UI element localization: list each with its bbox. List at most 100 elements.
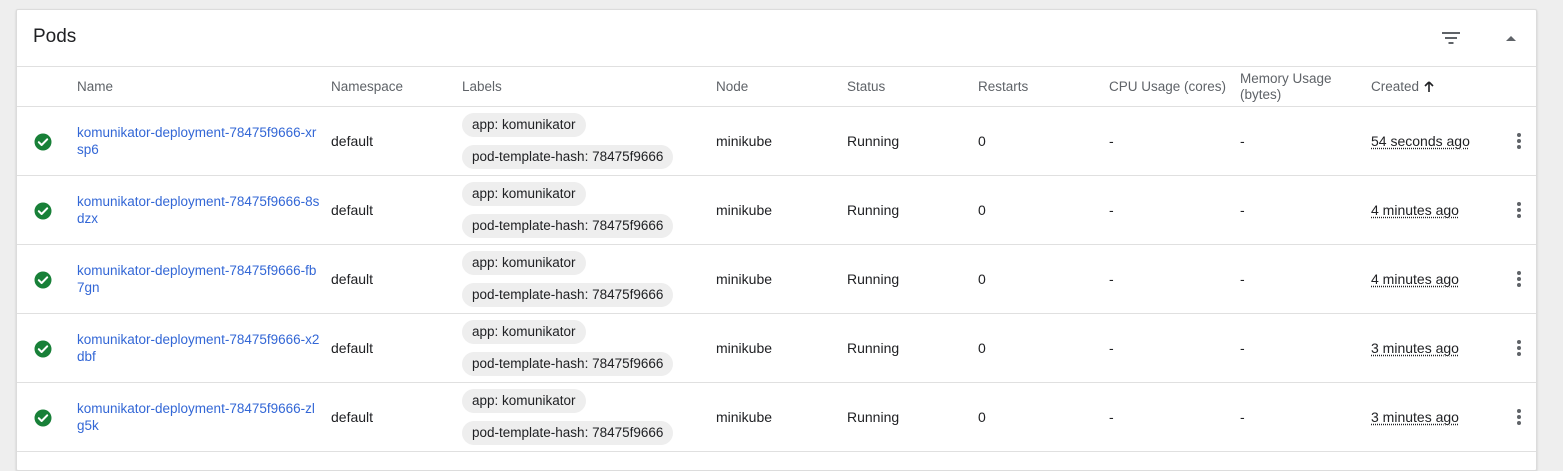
- cpu-usage-cell: -: [1109, 202, 1114, 218]
- namespace-cell: default: [331, 202, 374, 218]
- created-time: 4 minutes ago: [1371, 271, 1459, 287]
- cpu-usage-cell: -: [1109, 271, 1114, 287]
- restarts-cell: 0: [978, 340, 986, 356]
- pod-name-cell: komunikator-deployment-78475f9666-zlg5k: [77, 383, 322, 451]
- column-header-restarts[interactable]: Restarts: [978, 67, 1028, 106]
- column-header-status[interactable]: Status: [847, 67, 885, 106]
- status-cell: Running: [847, 340, 900, 356]
- created-time: 54 seconds ago: [1371, 133, 1470, 149]
- pods-card: Pods Name Namespace Labels Node Status R…: [16, 9, 1537, 471]
- column-header-memory-line2: (bytes): [1240, 86, 1282, 102]
- column-header-node[interactable]: Node: [716, 67, 748, 106]
- check-circle-icon: [34, 340, 52, 358]
- table-row[interactable]: komunikator-deployment-78475f9666-zlg5k d…: [17, 383, 1536, 452]
- column-header-created[interactable]: Created: [1371, 67, 1434, 106]
- check-circle-icon: [34, 133, 52, 151]
- cpu-usage-cell: -: [1109, 340, 1114, 356]
- pod-name-link[interactable]: komunikator-deployment-78475f9666-fb7gn: [77, 262, 322, 296]
- restarts-cell: 0: [978, 202, 986, 218]
- pod-name-cell: komunikator-deployment-78475f9666-8sdzx: [77, 176, 322, 244]
- namespace-cell: default: [331, 271, 374, 287]
- status-cell: Running: [847, 409, 900, 425]
- column-header-cpu: CPU Usage (cores): [1109, 78, 1227, 94]
- created-time: 3 minutes ago: [1371, 340, 1459, 356]
- labels-cell: app: komunikator pod-template-hash: 78475…: [462, 182, 674, 238]
- pod-name-link[interactable]: komunikator-deployment-78475f9666-xrsp6: [77, 124, 322, 158]
- check-circle-icon: [34, 409, 52, 427]
- created-time: 4 minutes ago: [1371, 202, 1459, 218]
- filter-button[interactable]: [1437, 24, 1465, 52]
- pod-name-link[interactable]: komunikator-deployment-78475f9666-x2dbf: [77, 331, 322, 365]
- card-title: Pods: [33, 26, 77, 47]
- created-cell: 3 minutes ago: [1371, 383, 1459, 451]
- cpu-usage-cell: -: [1109, 409, 1114, 425]
- pod-name-cell: komunikator-deployment-78475f9666-xrsp6: [77, 107, 322, 175]
- labels-cell: app: komunikator pod-template-hash: 78475…: [462, 251, 674, 307]
- column-header-memory-line1: Memory Usage: [1240, 70, 1332, 86]
- label-chip[interactable]: app: komunikator: [462, 251, 586, 275]
- column-header-created-label: Created: [1371, 78, 1420, 94]
- pod-name-link[interactable]: komunikator-deployment-78475f9666-8sdzx: [77, 193, 322, 227]
- more-vert-icon: [1517, 133, 1521, 149]
- memory-usage-cell: -: [1240, 202, 1245, 218]
- created-cell: 54 seconds ago: [1371, 107, 1470, 175]
- column-header-namespace[interactable]: Namespace: [331, 67, 403, 106]
- label-chip[interactable]: pod-template-hash: 78475f9666: [462, 352, 674, 376]
- row-menu-button[interactable]: [1507, 403, 1531, 431]
- pod-name-cell: komunikator-deployment-78475f9666-fb7gn: [77, 245, 322, 313]
- label-chip[interactable]: app: komunikator: [462, 389, 586, 413]
- column-header-memory: Memory Usage (bytes): [1240, 67, 1332, 106]
- node-cell: minikube: [716, 133, 773, 149]
- node-cell: minikube: [716, 409, 773, 425]
- namespace-cell: default: [331, 409, 374, 425]
- filter-icon: [1442, 32, 1460, 44]
- namespace-cell: default: [331, 133, 374, 149]
- restarts-cell: 0: [978, 409, 986, 425]
- restarts-cell: 0: [978, 271, 986, 287]
- memory-usage-cell: -: [1240, 340, 1245, 356]
- label-chip[interactable]: pod-template-hash: 78475f9666: [462, 283, 674, 307]
- node-cell: minikube: [716, 271, 773, 287]
- created-cell: 3 minutes ago: [1371, 314, 1459, 382]
- column-header-name[interactable]: Name: [77, 67, 113, 106]
- more-vert-icon: [1517, 340, 1521, 356]
- namespace-cell: default: [331, 340, 374, 356]
- table-row[interactable]: komunikator-deployment-78475f9666-8sdzx d…: [17, 176, 1536, 245]
- more-vert-icon: [1517, 409, 1521, 425]
- label-chip[interactable]: pod-template-hash: 78475f9666: [462, 421, 674, 445]
- status-cell: Running: [847, 202, 900, 218]
- table-row[interactable]: komunikator-deployment-78475f9666-x2dbf d…: [17, 314, 1536, 383]
- row-menu-button[interactable]: [1507, 127, 1531, 155]
- label-chip[interactable]: app: komunikator: [462, 113, 586, 137]
- node-cell: minikube: [716, 340, 773, 356]
- row-menu-button[interactable]: [1507, 334, 1531, 362]
- label-chip[interactable]: pod-template-hash: 78475f9666: [462, 214, 674, 238]
- table-row[interactable]: komunikator-deployment-78475f9666-fb7gn d…: [17, 245, 1536, 314]
- collapse-button[interactable]: [1497, 24, 1525, 52]
- label-chip[interactable]: app: komunikator: [462, 320, 586, 344]
- table-row[interactable]: komunikator-deployment-78475f9666-xrsp6 d…: [17, 107, 1536, 176]
- restarts-cell: 0: [978, 133, 986, 149]
- row-menu-button[interactable]: [1507, 265, 1531, 293]
- more-vert-icon: [1517, 271, 1521, 287]
- column-header-labels: Labels: [462, 78, 502, 94]
- check-circle-icon: [34, 202, 52, 220]
- pod-name-link[interactable]: komunikator-deployment-78475f9666-zlg5k: [77, 400, 322, 434]
- row-menu-button[interactable]: [1507, 196, 1531, 224]
- label-chip[interactable]: pod-template-hash: 78475f9666: [462, 145, 674, 169]
- memory-usage-cell: -: [1240, 409, 1245, 425]
- collapse-up-icon: [1506, 36, 1516, 41]
- created-time: 3 minutes ago: [1371, 409, 1459, 425]
- status-cell: Running: [847, 133, 900, 149]
- status-cell: Running: [847, 271, 900, 287]
- card-header: Pods: [17, 10, 1536, 67]
- check-circle-icon: [34, 271, 52, 289]
- memory-usage-cell: -: [1240, 133, 1245, 149]
- created-cell: 4 minutes ago: [1371, 245, 1459, 313]
- arrow-up-icon: [1424, 80, 1434, 93]
- label-chip[interactable]: app: komunikator: [462, 182, 586, 206]
- labels-cell: app: komunikator pod-template-hash: 78475…: [462, 389, 674, 445]
- created-cell: 4 minutes ago: [1371, 176, 1459, 244]
- pod-name-cell: komunikator-deployment-78475f9666-x2dbf: [77, 314, 322, 382]
- cpu-usage-cell: -: [1109, 133, 1114, 149]
